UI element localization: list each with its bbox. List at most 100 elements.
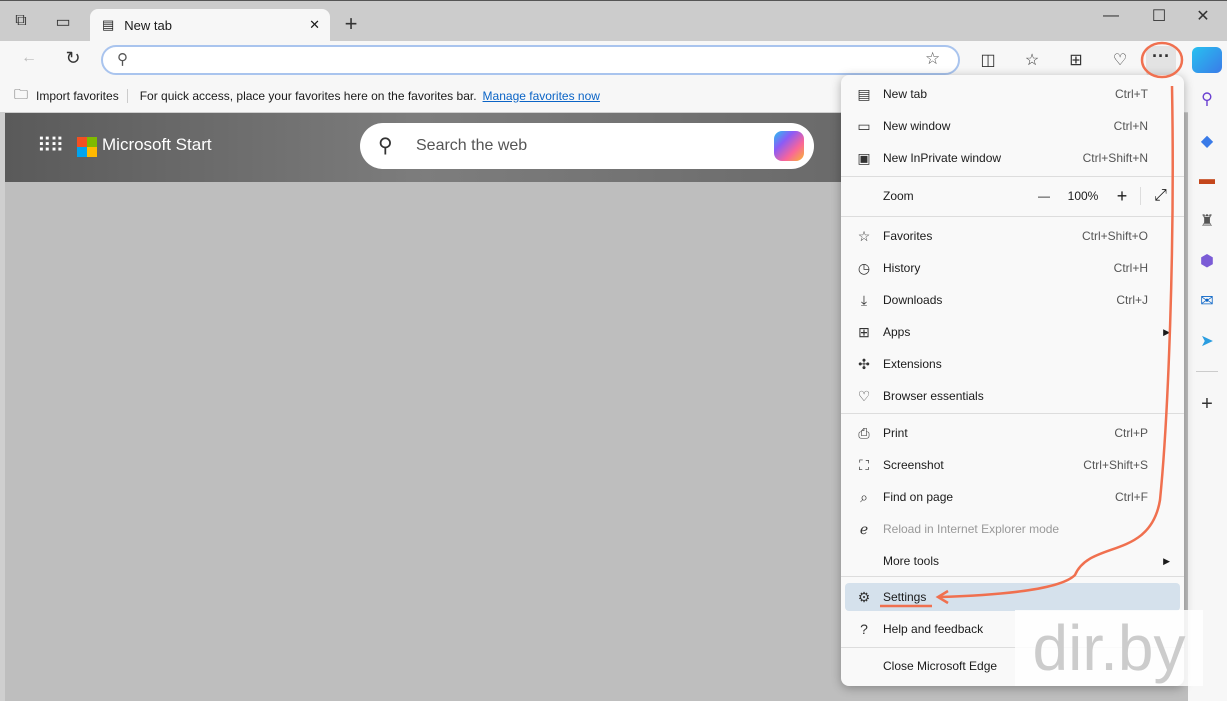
workspaces-icon[interactable]: ⧉: [6, 12, 36, 30]
close-window-button[interactable]: ✕: [1188, 6, 1218, 26]
menu-separator: [841, 413, 1184, 414]
menu-item-label: Favorites: [883, 229, 933, 243]
help-icon: ?: [860, 621, 868, 637]
browser-essentials-icon[interactable]: ♡: [1105, 50, 1135, 70]
menu-item-browser-essentials[interactable]: ♡ Browser essentials: [845, 382, 1180, 410]
inprivate-icon: ▣: [857, 149, 871, 166]
microsoft365-icon[interactable]: ⬢: [1192, 251, 1222, 271]
tools-icon[interactable]: ▬: [1192, 171, 1222, 189]
menu-item-reload-in-internet-explorer-mode: ℯ Reload in Internet Explorer mode: [845, 515, 1180, 543]
find-icon: ⌕: [860, 488, 868, 505]
copilot-icon[interactable]: [774, 131, 804, 161]
search-icon[interactable]: ⚲: [1192, 89, 1222, 109]
zoom-label: Zoom: [883, 189, 914, 203]
heart-pulse-icon: ♡: [857, 387, 871, 404]
menu-item-history[interactable]: ◷ History Ctrl+H: [845, 254, 1180, 282]
download-icon: ⤓: [860, 291, 868, 308]
watermark-text: dir.by: [1032, 612, 1186, 684]
close-tab-icon[interactable]: ✕: [309, 17, 320, 33]
menu-item-label: Print: [883, 426, 908, 440]
address-bar[interactable]: ⚲ ☆: [101, 45, 960, 75]
shopping-tag-icon[interactable]: ◆: [1192, 131, 1222, 151]
menu-item-shortcut: Ctrl+Shift+N: [1082, 151, 1148, 165]
import-favorites-button[interactable]: Import favorites: [36, 88, 128, 103]
settings-and-more-button[interactable]: ···: [1146, 46, 1176, 76]
split-screen-icon[interactable]: ◫: [973, 50, 1003, 70]
zoom-level: 100%: [1067, 189, 1099, 203]
zoom-row: Zoom — 100% + ⤢: [845, 182, 1180, 210]
web-search-input[interactable]: ⚲ Search the web: [360, 123, 814, 169]
settings-menu: ▤ New tab Ctrl+T ▭ New window Ctrl+N ▣ New InPr…: [841, 75, 1184, 686]
menu-item-label: Extensions: [883, 357, 942, 371]
zoom-out-button[interactable]: —: [1026, 189, 1062, 203]
menu-item-settings[interactable]: ⚙ Settings: [845, 583, 1180, 611]
new-tab-icon: ▤: [857, 85, 871, 102]
menu-item-label: Downloads: [883, 293, 943, 307]
print-icon: ⎙: [858, 424, 870, 441]
menu-item-extensions[interactable]: ✣ Extensions: [845, 350, 1180, 378]
manage-favorites-link[interactable]: Manage favorites now: [483, 89, 600, 103]
search-placeholder: Search the web: [416, 137, 528, 154]
tab-new-tab[interactable]: ▤ New tab ✕: [90, 9, 330, 41]
tab-actions-icon[interactable]: ▭: [48, 12, 78, 32]
menu-item-new-window[interactable]: ▭ New window Ctrl+N: [845, 112, 1180, 140]
menu-item-shortcut: Ctrl+J: [1116, 293, 1148, 307]
puzzle-icon: ✣: [858, 355, 870, 372]
menu-item-shortcut: Ctrl+N: [1113, 119, 1148, 133]
divider: [1196, 371, 1218, 372]
menu-item-label: New tab: [883, 87, 928, 101]
menu-item-downloads[interactable]: ⤓ Downloads Ctrl+J: [845, 286, 1180, 314]
new-tab-button[interactable]: +: [336, 11, 366, 37]
menu-item-apps[interactable]: ⊞ Apps ▶: [845, 318, 1180, 346]
back-icon[interactable]: ←: [14, 49, 44, 67]
menu-item-label: Apps: [883, 325, 911, 339]
favorites-hint: For quick access, place your favorites h…: [139, 88, 477, 103]
menu-item-new-tab[interactable]: ▤ New tab Ctrl+T: [845, 80, 1180, 108]
app-launcher-icon[interactable]: ⠿⠿: [37, 133, 64, 158]
chevron-right-icon: ▶: [1163, 326, 1170, 337]
outlook-icon[interactable]: ✉: [1192, 291, 1222, 311]
menu-item-label: Settings: [883, 590, 927, 604]
sidebar: ⚲ ◆ ▬ ♜ ⬢ ✉ ➤ +: [1188, 41, 1227, 701]
minimize-button[interactable]: —: [1096, 7, 1126, 25]
tab-title: New tab: [124, 17, 172, 33]
add-icon[interactable]: +: [1192, 393, 1222, 416]
chevron-right-icon: ▶: [1163, 555, 1170, 566]
gear-icon: ⚙: [857, 588, 871, 605]
menu-item-label: Screenshot: [883, 458, 944, 472]
star-icon: ☆: [857, 227, 871, 244]
favorites-icon[interactable]: ☆: [1017, 50, 1047, 70]
menu-item-label: Reload in Internet Explorer mode: [883, 522, 1060, 536]
favorite-star-icon[interactable]: ☆: [925, 49, 940, 69]
menu-item-shortcut: Ctrl+H: [1113, 261, 1148, 275]
menu-item-shortcut: Ctrl+F: [1115, 490, 1148, 504]
menu-item-label: New window: [883, 119, 951, 133]
menu-item-favorites[interactable]: ☆ Favorites Ctrl+Shift+O: [845, 222, 1180, 250]
refresh-icon[interactable]: ↻: [58, 48, 88, 69]
menu-item-label: Find on page: [883, 490, 954, 504]
menu-item-more-tools[interactable]: More tools ▶: [845, 547, 1180, 575]
fullscreen-icon[interactable]: ⤢: [1140, 187, 1180, 205]
ie-icon: ℯ: [859, 520, 869, 537]
menu-item-new-inprivate-window[interactable]: ▣ New InPrivate window Ctrl+Shift+N: [845, 144, 1180, 172]
collections-icon[interactable]: ⊞: [1061, 50, 1091, 70]
menu-item-label: History: [883, 261, 921, 275]
screenshot-icon: ⛶: [859, 456, 869, 473]
apps-icon: ⊞: [858, 323, 870, 340]
microsoft-logo: [77, 137, 97, 157]
copilot-icon[interactable]: [1192, 47, 1222, 73]
import-icon: 🗀: [14, 85, 28, 102]
drop-icon[interactable]: ➤: [1192, 331, 1222, 351]
menu-item-print[interactable]: ⎙ Print Ctrl+P: [845, 419, 1180, 447]
menu-item-find-on-page[interactable]: ⌕ Find on page Ctrl+F: [845, 483, 1180, 511]
menu-item-label: More tools: [883, 554, 940, 568]
menu-item-shortcut: Ctrl+Shift+S: [1083, 458, 1148, 472]
maximize-button[interactable]: ☐: [1144, 6, 1174, 26]
menu-item-shortcut: Ctrl+P: [1114, 426, 1148, 440]
zoom-in-button[interactable]: +: [1104, 186, 1140, 207]
new-tab-icon: ▤: [102, 17, 115, 32]
games-icon[interactable]: ♜: [1192, 211, 1222, 231]
brand-name[interactable]: Microsoft Start: [102, 135, 212, 155]
menu-item-screenshot[interactable]: ⛶ Screenshot Ctrl+Shift+S: [845, 451, 1180, 479]
menu-separator: [841, 216, 1184, 217]
